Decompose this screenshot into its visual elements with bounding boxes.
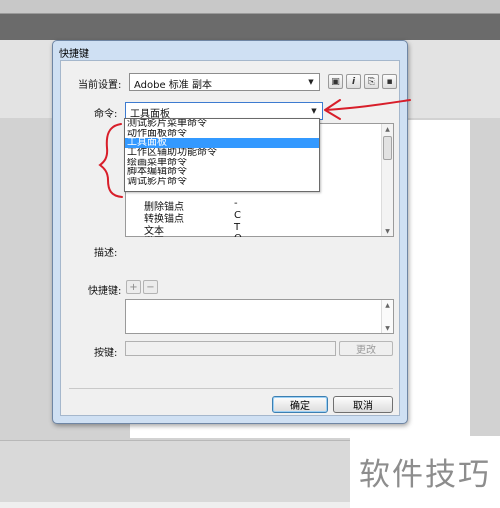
add-shortcut-button[interactable]: + bbox=[126, 280, 141, 294]
tree-row-name[interactable]: 椭圆 bbox=[144, 233, 164, 237]
scroll-up-icon[interactable]: ▲ bbox=[382, 124, 393, 134]
tree-row-key: - bbox=[234, 198, 238, 209]
watermark-text: 软件技巧 bbox=[359, 457, 491, 493]
command-label: 命令: bbox=[94, 109, 118, 120]
delete-set-button[interactable]: ▪ bbox=[382, 74, 397, 89]
tree-row-key: O bbox=[234, 233, 242, 237]
app-toolbar-strip bbox=[0, 14, 500, 40]
trash-icon: ▪ bbox=[386, 76, 393, 87]
info-button[interactable]: i bbox=[346, 74, 361, 89]
dropdown-option[interactable]: 动作面板命令 bbox=[125, 129, 319, 139]
tree-row-clip: 椭圆 O bbox=[126, 232, 382, 237]
remove-shortcut-button[interactable]: − bbox=[143, 280, 158, 294]
timeline-panel bbox=[0, 440, 350, 502]
tree-scrollbar[interactable]: ▲ ▼ bbox=[381, 124, 393, 236]
dialog-title: 快捷键 bbox=[59, 49, 89, 60]
status-strip bbox=[0, 502, 350, 508]
dropdown-option[interactable]: 工作区辅助功能命令 bbox=[125, 148, 319, 158]
export-button[interactable]: ⎘ bbox=[364, 74, 379, 89]
shortcut-scrollbar[interactable]: ▲ ▼ bbox=[381, 300, 393, 333]
command-dropdown-list[interactable]: 测试影片菜单命令 动作面板命令 工具面板 工作区辅助功能命令 绘画菜单命令 脚本… bbox=[124, 118, 320, 192]
dropdown-option[interactable]: 调试影片命令 bbox=[125, 177, 319, 187]
export-icon: ⎘ bbox=[367, 76, 376, 87]
dropdown-option[interactable]: 脚本编辑命令 bbox=[125, 167, 319, 177]
keypress-label: 按键: bbox=[94, 348, 118, 359]
change-button[interactable]: 更改 bbox=[339, 341, 393, 356]
chevron-down-icon: ▼ bbox=[311, 107, 317, 115]
app-menubar bbox=[0, 0, 500, 14]
current-setting-value: Adobe 标准 副本 bbox=[134, 80, 212, 91]
separator bbox=[69, 388, 393, 389]
cancel-button[interactable]: 取消 bbox=[333, 396, 393, 413]
tree-row-key: C bbox=[234, 210, 241, 221]
duplicate-set-button[interactable]: ▣ bbox=[328, 74, 343, 89]
dialog-body: 当前设置: Adobe 标准 副本 ▼ ▣ i ⎘ ▪ 命令: 工具面板 ▼ 删… bbox=[60, 60, 400, 416]
info-icon: i bbox=[351, 76, 356, 87]
keyboard-shortcuts-dialog: 快捷键 当前设置: Adobe 标准 副本 ▼ ▣ i ⎘ ▪ 命令: 工具面板… bbox=[52, 40, 408, 424]
dropdown-option[interactable]: 测试影片菜单命令 bbox=[125, 119, 319, 129]
scroll-down-icon[interactable]: ▼ bbox=[382, 323, 393, 333]
scroll-thumb[interactable] bbox=[383, 136, 392, 160]
ok-button[interactable]: 确定 bbox=[272, 396, 328, 413]
scroll-down-icon[interactable]: ▼ bbox=[382, 226, 393, 236]
duplicate-set-icon: ▣ bbox=[331, 76, 340, 87]
minus-icon: − bbox=[146, 281, 155, 293]
shortcut-list[interactable]: ▲ ▼ bbox=[125, 299, 394, 334]
scroll-up-icon[interactable]: ▲ bbox=[382, 300, 393, 310]
dropdown-option[interactable]: 绘画菜单命令 bbox=[125, 158, 319, 168]
chevron-down-icon: ▼ bbox=[308, 78, 314, 86]
current-setting-label: 当前设置: bbox=[78, 80, 122, 91]
dropdown-option-selected[interactable]: 工具面板 bbox=[125, 138, 319, 149]
keypress-input[interactable] bbox=[125, 341, 336, 356]
plus-icon: + bbox=[129, 281, 138, 293]
description-label: 描述: bbox=[94, 248, 118, 259]
shortcut-label: 快捷键: bbox=[88, 286, 122, 297]
current-setting-select[interactable]: Adobe 标准 副本 ▼ bbox=[129, 73, 320, 91]
